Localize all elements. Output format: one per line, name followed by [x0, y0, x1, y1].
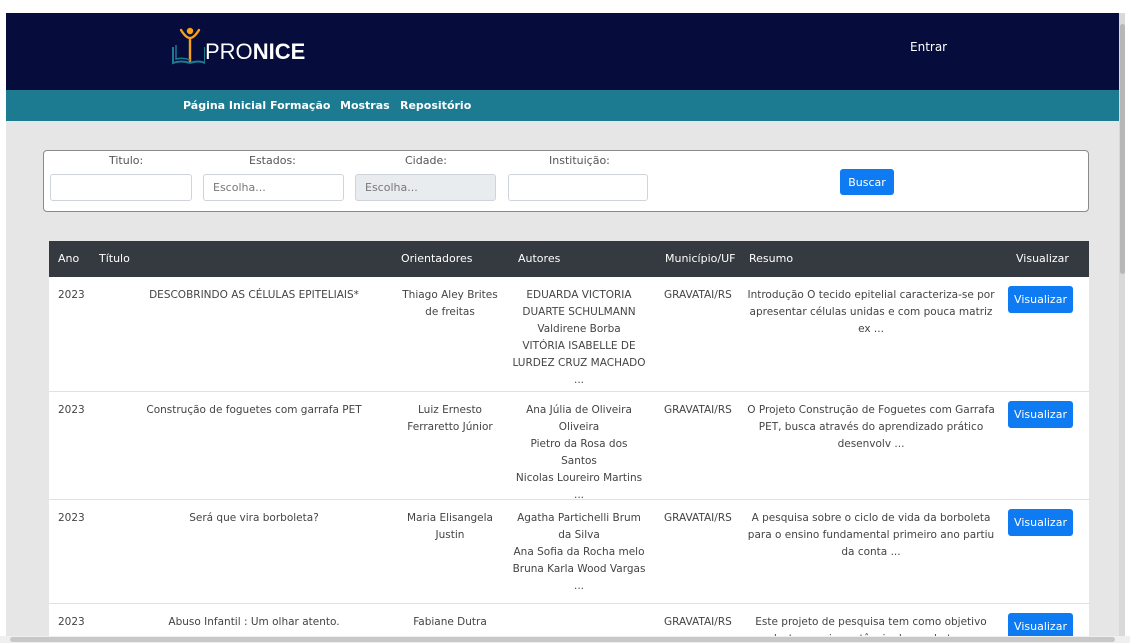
- row-resumo: A pesquisa sobre o ciclo de vida da borb…: [747, 512, 995, 558]
- scrollbar-thumb[interactable]: [10, 637, 1115, 642]
- table-row: 2023 Abuso Infantil : Um olhar atento. F…: [49, 604, 1089, 636]
- row-municipio: GRAVATAI/RS: [664, 404, 732, 416]
- nav-item-pagina-inicial[interactable]: Página Inicial: [183, 99, 266, 112]
- results-table: Ano Título Orientadores Autores Municípi…: [49, 241, 1089, 636]
- autor-item: Nicolas Loureiro Martins: [515, 472, 643, 484]
- table-header: Ano Título Orientadores Autores Municípi…: [49, 241, 1089, 277]
- visualizar-button[interactable]: Visualizar: [1008, 509, 1073, 536]
- visualizar-button[interactable]: Visualizar: [1008, 401, 1073, 428]
- row-orientadores: Thiago Aley Brites de freitas: [402, 289, 498, 318]
- autor-item: Agatha Partichelli Brum da Silva: [517, 512, 641, 541]
- table-row: 2023 Será que vira borboleta? Maria Elis…: [49, 500, 1089, 604]
- row-resumo: Este projeto de pesquisa tem como objeti…: [755, 616, 987, 636]
- col-autores: Autores: [518, 252, 561, 265]
- cidade-select[interactable]: [355, 174, 496, 201]
- autor-item: Bruna Karla Wood Vargas: [512, 563, 646, 575]
- autor-more: ...: [573, 374, 584, 386]
- col-ano: Ano: [58, 252, 80, 265]
- row-autores: EDUARDA VICTORIA DUARTE SCHULMANN Valdir…: [512, 287, 646, 389]
- autor-item: Pietro da Rosa dos Santos: [530, 438, 628, 467]
- book-person-icon: [172, 27, 205, 65]
- table-row: 2023 Construção de foguetes com garrafa …: [49, 392, 1089, 501]
- row-ano: 2023: [58, 512, 85, 524]
- search-button[interactable]: Buscar: [840, 169, 894, 195]
- autor-item: VITÓRIA ISABELLE DE LURDEZ CRUZ MACHADO: [512, 340, 646, 369]
- row-municipio: GRAVATAI/RS: [664, 616, 732, 628]
- row-titulo: Abuso Infantil : Um olhar atento.: [168, 616, 340, 628]
- col-titulo: Título: [99, 252, 130, 265]
- autor-item: Ana Sofia da Rocha melo: [513, 546, 645, 558]
- row-autores: Ana Júlia de Oliveira Oliveira Pietro da…: [512, 402, 646, 504]
- row-titulo: Construção de foguetes com garrafa PET: [146, 404, 362, 416]
- row-ano: 2023: [58, 404, 85, 416]
- table-row: 2023 DESCOBRINDO AS CÉLULAS EPITELIAIS* …: [49, 277, 1089, 392]
- col-municipio: Município/UF: [665, 252, 736, 265]
- scrollbar-thumb[interactable]: [1120, 24, 1125, 274]
- search-filter-panel: Titulo: Estados: Cidade: Instituição: Bu…: [43, 150, 1089, 212]
- main-nav: Página Inicial Formação Mostras Repositó…: [6, 90, 1125, 121]
- row-orientadores: Fabiane Dutra: [413, 616, 487, 628]
- col-visualizar: Visualizar: [1016, 252, 1069, 265]
- autor-more: ...: [573, 580, 584, 592]
- row-ano: 2023: [58, 616, 85, 628]
- titulo-label: Titulo:: [109, 154, 144, 167]
- visualizar-button[interactable]: Visualizar: [1008, 613, 1073, 636]
- estados-label: Estados:: [249, 154, 296, 167]
- row-titulo: DESCOBRINDO AS CÉLULAS EPITELIAIS*: [149, 289, 359, 301]
- instituicao-input[interactable]: [508, 174, 648, 201]
- col-resumo: Resumo: [749, 252, 794, 265]
- vertical-scrollbar[interactable]: [1119, 13, 1125, 636]
- row-orientadores: Maria Elisangela Justin: [406, 512, 493, 541]
- nav-item-mostras[interactable]: Mostras: [340, 99, 390, 112]
- pronice-logo[interactable]: PRONICE: [171, 25, 305, 67]
- top-header: PRONICE Entrar: [6, 13, 1125, 90]
- col-orientadores: Orientadores: [401, 252, 473, 265]
- login-link[interactable]: Entrar: [910, 40, 947, 54]
- row-autores: Agatha Partichelli Brum da Silva Ana Sof…: [512, 510, 646, 595]
- logo-text: PRONICE: [205, 39, 306, 64]
- estados-select[interactable]: [203, 174, 344, 201]
- row-municipio: GRAVATAI/RS: [664, 289, 732, 301]
- autor-item: EDUARDA VICTORIA DUARTE SCHULMANN: [522, 289, 636, 318]
- page: PRONICE Entrar Página Inicial Formação M…: [6, 13, 1125, 636]
- titulo-input[interactable]: [50, 174, 192, 201]
- row-ano: 2023: [58, 289, 85, 301]
- nav-item-repositorio[interactable]: Repositório: [400, 99, 471, 112]
- autor-item: Ana Júlia de Oliveira Oliveira: [526, 404, 632, 433]
- row-titulo: Será que vira borboleta?: [189, 512, 319, 524]
- row-municipio: GRAVATAI/RS: [664, 512, 732, 524]
- cidade-label: Cidade:: [405, 154, 447, 167]
- visualizar-button[interactable]: Visualizar: [1008, 286, 1073, 313]
- row-resumo: O Projeto Construção de Foguetes com Gar…: [747, 404, 995, 450]
- autor-item: Valdirene Borba: [537, 323, 621, 335]
- instituicao-label: Instituição:: [549, 154, 610, 167]
- row-resumo: Introdução O tecido epitelial caracteriz…: [747, 289, 995, 335]
- row-orientadores: Luiz Ernesto Ferraretto Júnior: [407, 404, 493, 433]
- horizontal-scrollbar[interactable]: [0, 636, 1130, 643]
- nav-item-formacao[interactable]: Formação: [270, 99, 330, 112]
